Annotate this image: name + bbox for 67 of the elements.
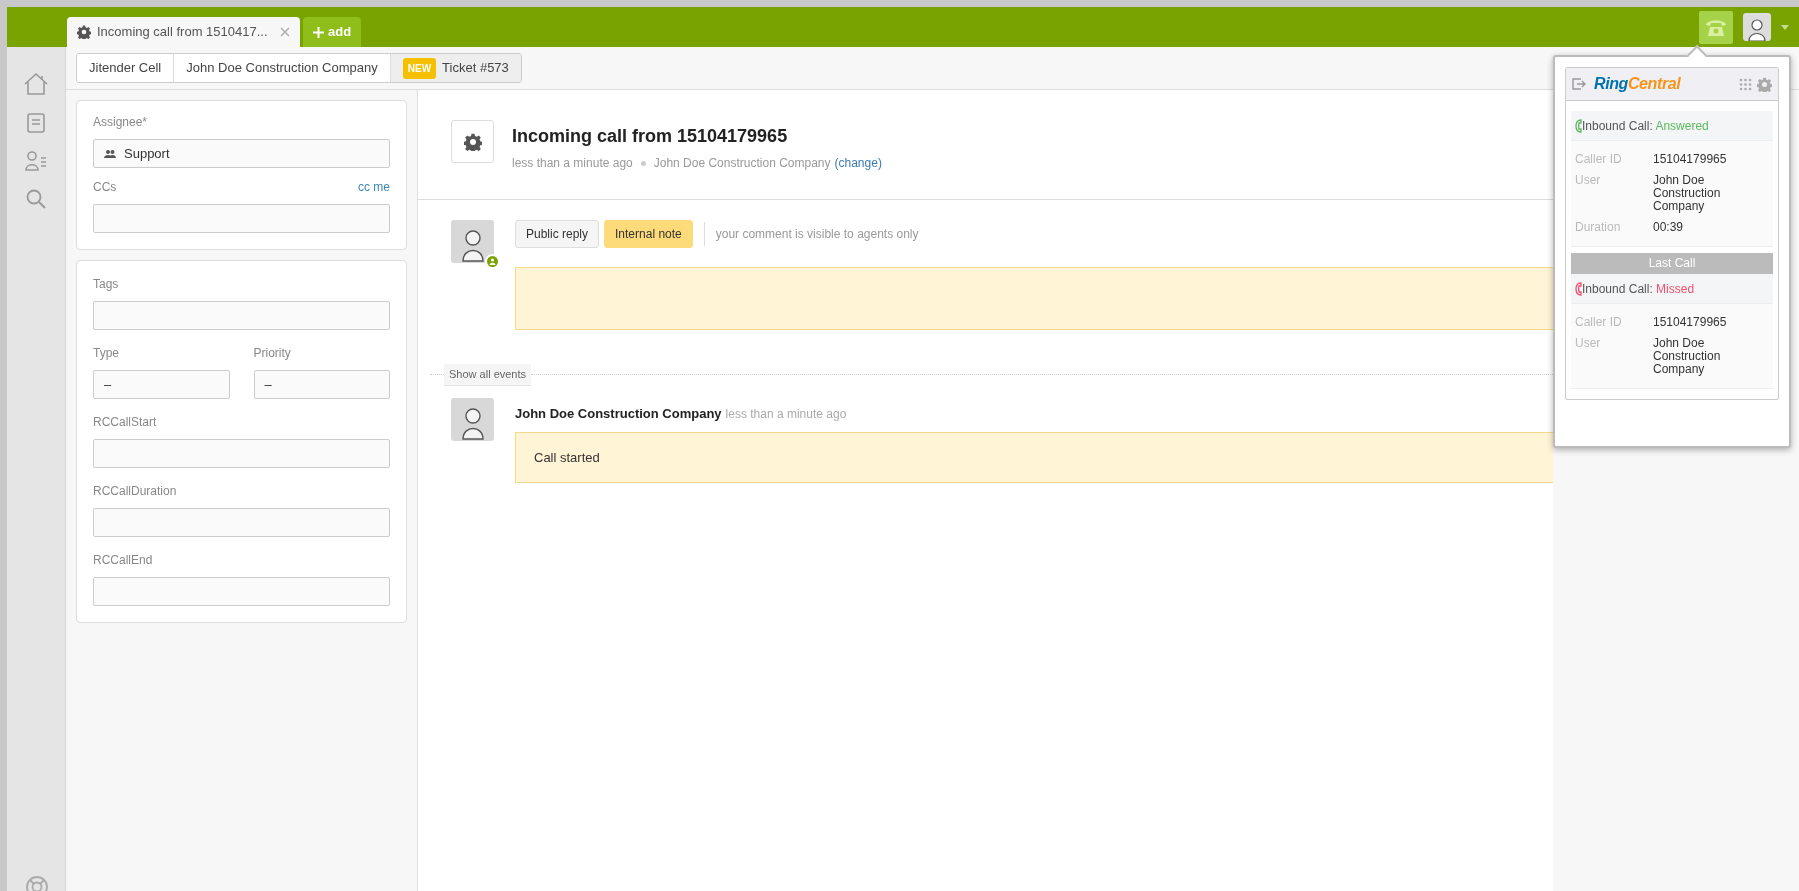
user-avatar[interactable] [1743,13,1771,41]
user-avatar [451,220,494,263]
contacts-icon[interactable] [24,150,48,172]
handset-icon [1575,118,1582,133]
phone-button[interactable] [1699,10,1733,44]
ccs-field[interactable] [93,204,390,233]
detail-value: 00:39 [1653,221,1685,234]
change-link[interactable]: (change) [834,154,882,172]
field-label: RCCallDuration [93,483,178,500]
agent-badge-icon [485,254,500,269]
detail-label: User [1575,174,1602,189]
field-label: Tags [93,276,120,293]
person-icon [1747,17,1767,41]
call-status: Inbound Call: Answered [1582,117,1709,135]
input-field[interactable]: – [253,370,390,399]
event-time: less than a minute ago [725,405,847,423]
user-avatar [451,397,494,441]
dialpad-icon[interactable] [1739,77,1752,91]
reply-mode-tab[interactable]: Internal note [604,220,693,248]
detail-label: Caller ID [1575,316,1623,329]
search-icon[interactable] [25,188,47,210]
document-icon[interactable] [26,112,46,134]
status-badge: NEW [402,57,437,79]
visibility-hint: your comment is visible to agents only [715,226,919,243]
requester-name: John Doe Construction Company [653,155,831,172]
ticket-time: less than a minute ago [512,155,633,172]
field-label: RCCallEnd [93,552,154,569]
field-label: Priority [253,345,292,362]
detail-label: User [1575,337,1602,352]
group-icon [104,149,116,158]
section-heading: Last Call [1571,253,1773,274]
caret-icon[interactable] [1781,24,1789,30]
exit-icon[interactable] [1572,78,1586,90]
handset-icon [1575,281,1582,296]
field-label: Type [93,345,120,362]
field-label: RCCallStart [93,414,158,431]
detail-label: Caller ID [1575,153,1623,166]
show-all-events-button[interactable]: Show all events [444,364,532,386]
input-field[interactable] [93,577,390,606]
input-field[interactable] [93,439,390,468]
input-field[interactable] [93,508,390,537]
reply-mode-tab[interactable]: Public reply [515,220,600,248]
field-label: CCs [93,179,117,196]
cc-me-link[interactable]: cc me [358,178,390,196]
detail-value: John Doe Construction Company [1653,337,1722,376]
input-field[interactable]: – [93,370,230,399]
ringcentral-logo: RingCentral [1594,74,1681,94]
detail-label: Duration [1575,221,1622,234]
field-label: Assignee* [93,114,149,131]
comment-field[interactable] [515,267,1553,330]
assignee-field[interactable]: Support [93,139,390,168]
detail-value: 15104179965 [1653,316,1728,329]
input-field[interactable] [93,301,390,330]
ticket-tab[interactable]: Incoming call from 1510417... [67,17,300,47]
detail-value: John Doe Construction Company [1653,174,1722,213]
event-message: Call started [515,432,1553,483]
home-icon[interactable] [23,72,49,96]
gear-icon [463,132,482,151]
event-author: John Doe Construction Company [515,404,722,423]
close-icon[interactable] [280,27,290,37]
settings-icon[interactable] [1757,76,1772,92]
ticket-title: Incoming call from 15104179965 [512,125,789,148]
breadcrumb-tab[interactable]: NEW Ticket #573 [389,54,521,82]
gear-icon [77,25,91,39]
call-status: Inbound Call: Missed [1582,280,1695,298]
detail-value: 15104179965 [1653,153,1728,166]
plus-icon [313,26,324,38]
